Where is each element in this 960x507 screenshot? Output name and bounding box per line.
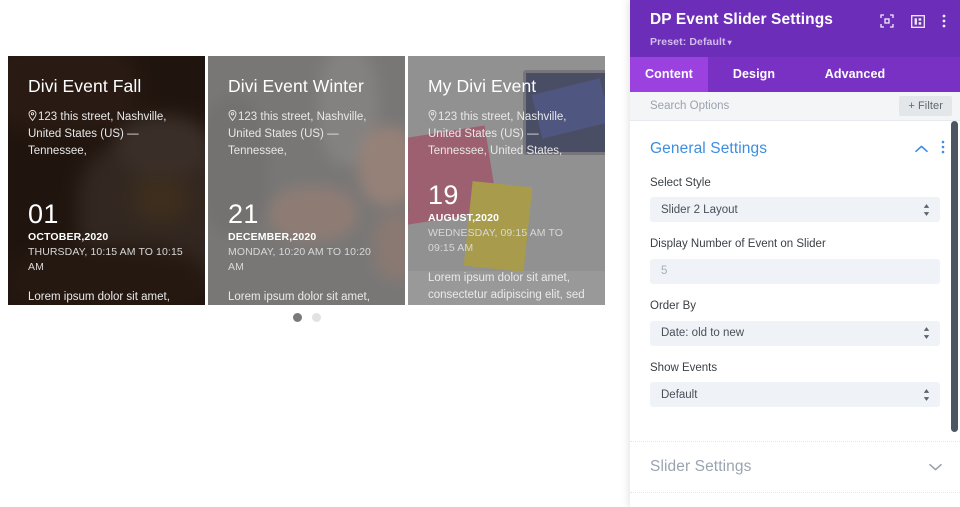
panel-body: General Settings Select Style Slider 2 L… <box>630 120 960 507</box>
screen: Divi Event Fall 123 this street, Nashvil… <box>0 0 960 507</box>
more-vertical-icon[interactable] <box>942 14 946 28</box>
event-title: Divi Event Fall <box>28 76 142 96</box>
display-number-input[interactable]: 5 <box>650 258 940 284</box>
more-vertical-icon[interactable] <box>941 140 945 159</box>
location-pin-icon <box>28 109 37 126</box>
search-row: +Filter <box>630 91 960 121</box>
event-venue: 123 this street, Nashville, United State… <box>428 109 589 159</box>
event-title: Divi Event Winter <box>228 76 364 96</box>
event-venue-text: 123 this street, Nashville, United State… <box>228 110 367 157</box>
event-description: Lorem ipsum dolor sit amet, consectetur … <box>428 272 585 301</box>
order-by-value: Date: old to new <box>661 327 745 340</box>
order-by-dropdown[interactable]: Date: old to new <box>650 320 940 346</box>
panel-scroll-content: General Settings Select Style Slider 2 L… <box>630 121 960 507</box>
tab-design[interactable]: Design <box>708 57 800 92</box>
event-day: 19 <box>428 179 459 210</box>
location-pin-icon <box>428 109 437 126</box>
panel-header-actions <box>880 14 946 28</box>
updown-arrows-icon <box>923 327 930 340</box>
display-number-placeholder: 5 <box>661 265 668 278</box>
event-title: My Divi Event <box>428 76 537 96</box>
panel-scrollbar-thumb[interactable] <box>951 120 958 432</box>
section-header-slider-settings[interactable]: Slider Settings <box>630 441 960 492</box>
event-card[interactable]: My Divi Event 123 this street, Nashville… <box>408 56 605 305</box>
field-label: Select Style <box>650 176 711 189</box>
event-slider-preview: Divi Event Fall 123 this street, Nashvil… <box>0 0 630 507</box>
select-style-dropdown[interactable]: Slider 2 Layout <box>650 197 940 223</box>
panel-header: DP Event Slider Settings Preset: Default… <box>630 0 960 57</box>
field-display-number-of-event: Display Number of Event on Slider 5 <box>630 236 960 284</box>
event-month-year: AUGUST,2020 <box>428 212 500 225</box>
filter-button-label: Filter <box>917 99 943 112</box>
event-venue: 123 this street, Nashville, United State… <box>28 109 189 159</box>
chevron-down-icon: ▾ <box>727 37 732 47</box>
field-order-by: Order By Date: old to new <box>630 298 960 346</box>
event-card[interactable]: Divi Event Fall 123 this street, Nashvil… <box>8 56 205 305</box>
plus-icon: + <box>908 99 915 112</box>
tab-advanced[interactable]: Advanced <box>800 57 910 92</box>
pagination-dot-inactive[interactable] <box>311 313 321 322</box>
event-venue-text: 123 this street, Nashville, United State… <box>428 110 567 157</box>
panel-preset-selector[interactable]: Preset: Default ▾ <box>650 36 946 48</box>
updown-arrows-icon <box>923 203 930 216</box>
event-description: Lorem ipsum dolor sit amet, consectetur … <box>28 291 170 304</box>
event-month-year: DECEMBER,2020 <box>228 231 317 244</box>
slider-pagination[interactable] <box>0 313 613 322</box>
tab-content[interactable]: Content <box>630 56 708 92</box>
field-show-events: Show Events Default <box>630 360 960 408</box>
section-title: General Settings <box>650 140 768 158</box>
field-select-style: Select Style Slider 2 Layout <box>630 175 960 223</box>
event-day: 21 <box>228 198 259 229</box>
section-header-general-settings[interactable]: General Settings <box>630 121 960 175</box>
focus-target-icon[interactable] <box>880 14 894 28</box>
event-venue-text: 123 this street, Nashville, United State… <box>28 110 167 157</box>
event-month-year: OCTOBER,2020 <box>28 231 109 244</box>
filter-button[interactable]: + Filter <box>899 95 952 116</box>
show-events-dropdown[interactable]: Default <box>650 382 940 408</box>
event-description: Lorem ipsum dolor sit amet, consectetur … <box>228 291 370 304</box>
field-label: Show Events <box>650 361 718 374</box>
event-venue: 123 this street, Nashville, United State… <box>228 109 389 159</box>
panel-preset-label: Preset: Default <box>650 35 726 48</box>
updown-arrows-icon <box>923 388 930 401</box>
event-time: WEDNESDAY, 09:15 AM TO 09:15 AM <box>428 227 564 255</box>
field-label: Display Number of Event on Slider <box>650 238 826 251</box>
select-style-value: Slider 2 Layout <box>661 203 738 216</box>
event-card[interactable]: Divi Event Winter 123 this street, Nashv… <box>208 56 405 305</box>
section-title: Slider Settings <box>650 458 752 476</box>
pagination-dot-active[interactable] <box>292 313 302 322</box>
panel-layout-icon[interactable] <box>911 14 925 28</box>
section-header-tag-category-settings[interactable]: Tag/Category Settings <box>630 492 960 507</box>
chevron-up-icon[interactable] <box>915 140 928 158</box>
settings-panel: DP Event Slider Settings Preset: Default… <box>630 0 960 507</box>
show-events-value: Default <box>661 388 698 401</box>
event-day: 01 <box>28 198 59 229</box>
event-time: THURSDAY, 10:15 AM TO 10:15 AM <box>28 246 183 274</box>
panel-tabs: Content Design Advanced <box>630 56 960 92</box>
chevron-down-icon[interactable] <box>929 458 942 476</box>
location-pin-icon <box>228 109 237 126</box>
event-time: MONDAY, 10:20 AM TO 10:20 AM <box>228 246 371 274</box>
search-input[interactable] <box>650 99 850 112</box>
slider-track[interactable]: Divi Event Fall 123 this street, Nashvil… <box>8 56 605 305</box>
field-label: Order By <box>650 299 697 312</box>
